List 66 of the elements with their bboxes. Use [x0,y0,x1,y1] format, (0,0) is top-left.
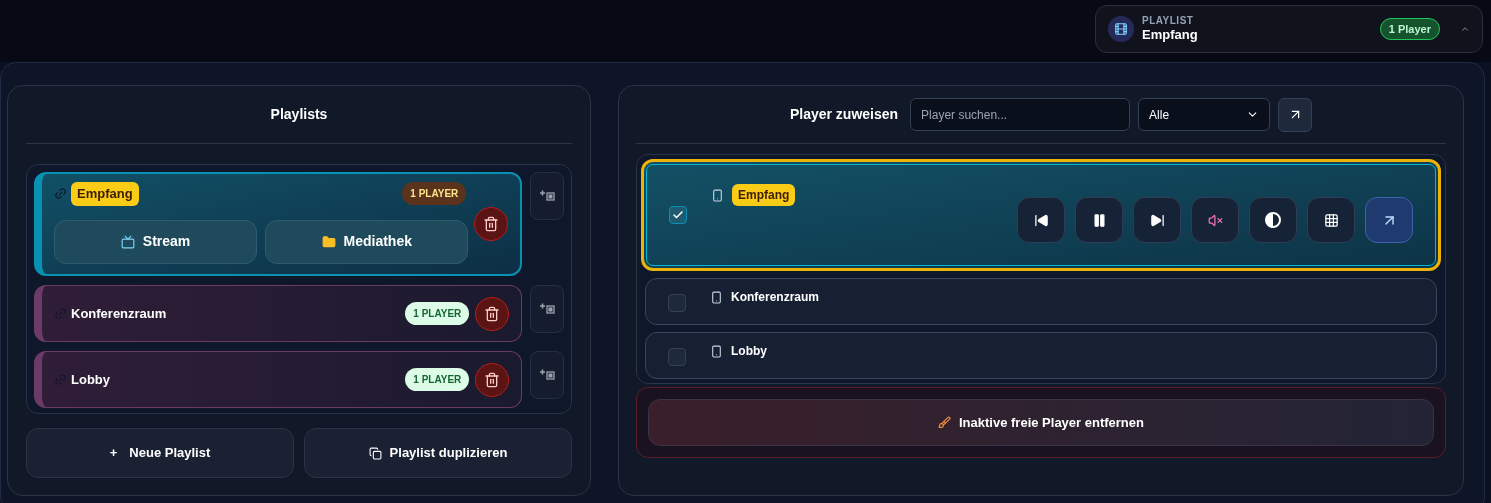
add-screen-icon [539,303,556,315]
trash-icon [484,305,501,322]
device-icon [710,344,723,358]
broom-icon [938,416,951,429]
player-control-button[interactable] [1075,197,1123,243]
delete-button[interactable] [474,207,509,241]
trash-icon [484,371,501,388]
device-icon [710,290,723,304]
player-control-button[interactable] [1133,197,1181,243]
player-checkbox[interactable] [669,206,687,224]
player-name: Empfang [732,184,796,206]
pause-icon [1091,212,1107,228]
panel-title: Playlists [270,105,328,124]
header-playlist-name: Empfang [1142,27,1198,44]
playlist-name: Empfang [71,182,139,206]
player-control-button[interactable] [1249,197,1297,243]
player-checkbox[interactable] [668,348,686,366]
filter-dropdown[interactable]: Alle [1138,98,1271,131]
add-screen-icon [539,190,556,202]
delete-button[interactable] [475,296,510,331]
source-button[interactable]: Stream [54,219,258,264]
trash-icon [483,216,500,232]
device-icon [711,188,724,202]
panel-title: Player zuweisen [789,105,899,124]
new-playlist-button[interactable]: + Neue Playlist [26,428,294,478]
player-row[interactable]: Lobby [645,332,1437,379]
open-external-button[interactable] [1278,97,1313,132]
source-button[interactable]: Mediathek [265,219,469,264]
film-icon [1114,22,1128,36]
playlist-card[interactable]: Empfang 1 PLAYER Stream Mediathek [34,172,523,276]
assign-screen-button[interactable] [530,172,564,220]
header-label: PLAYLIST [1142,14,1195,28]
player-row[interactable]: Konferenzraum [645,278,1437,325]
next-icon [1149,212,1165,228]
expand-caret-icon[interactable] [1460,24,1470,34]
player-search-field[interactable]: Player suchen... [910,98,1131,131]
player-name: Lobby [731,343,767,360]
mute-icon [1207,212,1223,228]
playlist-card[interactable]: Konferenzraum 1 PLAYER [34,285,523,342]
assign-screen-button[interactable] [530,351,564,399]
previous-icon [1033,212,1049,228]
player-name: Konferenzraum [731,289,819,306]
cleanup-button[interactable]: Inaktive freie Player entfernen [648,399,1434,446]
folder-icon [321,234,336,249]
delete-button[interactable] [475,362,510,397]
playlist-card[interactable]: Lobby 1 PLAYER [34,351,523,408]
playlist-name: Lobby [71,370,110,389]
open-external-button[interactable] [1365,197,1413,243]
playlist-name: Konferenzraum [71,304,167,323]
player-count-badge: 1 PLAYER [405,302,470,325]
player-checkbox[interactable] [668,294,686,312]
duplicate-playlist-button[interactable]: Playlist duplizieren [304,428,572,478]
tv-icon [120,234,135,249]
add-screen-icon [539,369,556,381]
player-count-badge: 1 Player [1379,17,1440,41]
player-control-button[interactable] [1307,197,1355,243]
assign-screen-button[interactable] [530,285,564,333]
player-row[interactable]: Empfang [641,159,1441,271]
duplicate-icon [368,446,382,460]
player-count-badge: 1 PLAYER [405,368,470,391]
player-control-button[interactable] [1017,197,1065,243]
player-count-badge: 1 PLAYER [402,182,467,206]
check-icon [672,209,684,221]
grid-icon [1323,212,1339,228]
playlist-header-card[interactable]: PLAYLIST Empfang 1 Player [1095,5,1483,53]
contrast-icon [1265,212,1281,228]
